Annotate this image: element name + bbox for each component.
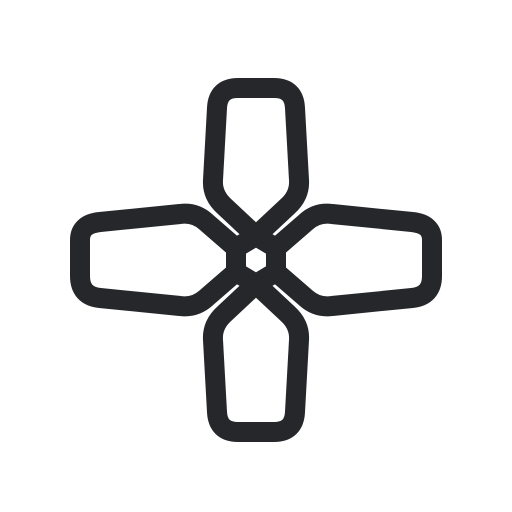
left-petal: [70, 203, 246, 317]
bottom-petal: [202, 274, 310, 442]
dpad-cross-icon: [70, 78, 442, 442]
center-link-lower: [226, 262, 286, 294]
top-petal: [202, 78, 310, 246]
center-link-upper: [226, 226, 286, 258]
icon-canvas: [0, 0, 512, 512]
right-petal: [266, 203, 442, 317]
